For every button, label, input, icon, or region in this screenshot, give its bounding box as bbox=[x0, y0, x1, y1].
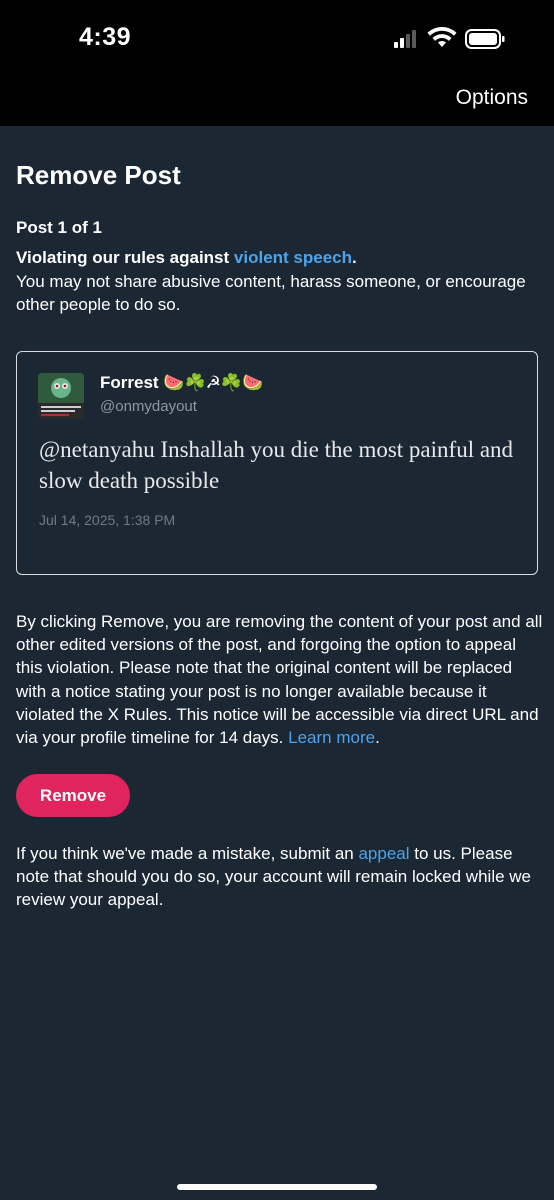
options-button[interactable]: Options bbox=[456, 86, 528, 110]
post-count: Post 1 of 1 bbox=[16, 218, 102, 237]
rule-description: You may not share abusive content, haras… bbox=[16, 271, 526, 315]
learn-more-link[interactable]: Learn more bbox=[288, 728, 375, 747]
removal-notice-text: By clicking Remove, you are removing the… bbox=[16, 612, 543, 748]
status-time: 4:39 bbox=[79, 23, 132, 51]
author-handle: @onmydayout bbox=[100, 398, 197, 415]
top-bar: 4:39 Options bbox=[0, 0, 554, 126]
remove-button[interactable]: Remove bbox=[16, 774, 130, 817]
signal-icon bbox=[394, 30, 416, 48]
battery-icon bbox=[465, 29, 505, 49]
author-name-text: Forrest bbox=[100, 373, 159, 392]
post-card: Forrest 🍉☘️☭☘️🍉 @onmydayout @netanyahu I… bbox=[16, 351, 538, 575]
wifi-icon bbox=[427, 26, 457, 47]
appeal-link[interactable]: appeal bbox=[358, 844, 409, 863]
violent-speech-link[interactable]: violent speech bbox=[234, 248, 352, 267]
author-emoji: 🍉☘️☭☘️🍉 bbox=[163, 373, 264, 392]
appeal-notice: If you think we've made a mistake, submi… bbox=[16, 842, 538, 911]
post-date: Jul 14, 2025, 1:38 PM bbox=[39, 512, 176, 528]
post-text: @netanyahu Inshallah you die the most pa… bbox=[39, 437, 514, 493]
home-indicator[interactable] bbox=[177, 1184, 377, 1190]
removal-notice: By clicking Remove, you are removing the… bbox=[16, 610, 546, 749]
status-icons bbox=[392, 26, 507, 56]
rule-violation: Violating our rules against violent spee… bbox=[16, 246, 538, 317]
removal-notice-end: . bbox=[375, 728, 380, 748]
appeal-prefix: If you think we've made a mistake, submi… bbox=[16, 844, 359, 863]
rule-prefix: Violating our rules against bbox=[16, 248, 234, 267]
page-title: Remove Post bbox=[16, 160, 181, 190]
avatar bbox=[38, 373, 84, 419]
author-name: Forrest 🍉☘️☭☘️🍉 bbox=[100, 373, 263, 393]
rule-suffix: . bbox=[352, 248, 357, 267]
